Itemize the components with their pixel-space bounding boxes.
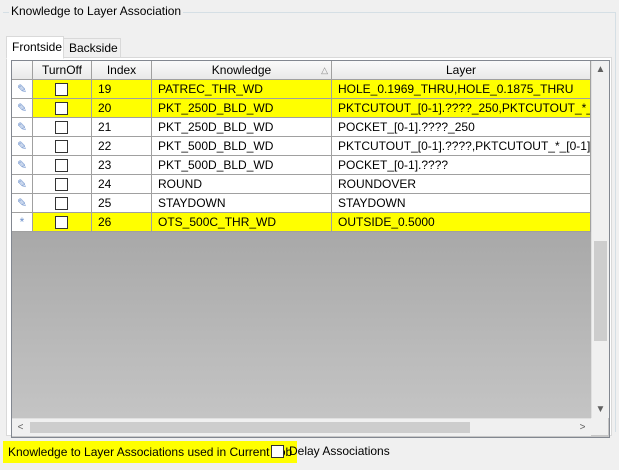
cell-layer[interactable]: STAYDOWN bbox=[332, 194, 591, 213]
table-row[interactable]: ✎ 22 PKT_500D_BLD_WD PKTCUTOUT_[0-1].????,P… bbox=[12, 137, 591, 156]
cell-knowledge[interactable]: PATREC_THR_WD bbox=[152, 80, 332, 99]
column-header-index[interactable]: Index bbox=[92, 61, 152, 80]
group-border-right bbox=[163, 12, 616, 13]
cell-turnoff bbox=[33, 137, 92, 156]
pencil-icon: ✎ bbox=[12, 80, 33, 99]
scroll-down-arrow-icon[interactable]: ▼ bbox=[592, 401, 609, 418]
cell-layer[interactable]: POCKET_[0-1].????_250 bbox=[332, 118, 591, 137]
group-border-side bbox=[615, 12, 616, 432]
cell-index[interactable]: 20 bbox=[92, 99, 152, 118]
turnoff-checkbox[interactable] bbox=[55, 216, 68, 229]
turnoff-checkbox[interactable] bbox=[55, 197, 68, 210]
column-header-turnoff[interactable]: TurnOff bbox=[33, 61, 92, 80]
pencil-icon: ✎ bbox=[12, 99, 33, 118]
cell-turnoff bbox=[33, 80, 92, 99]
cell-knowledge[interactable]: PKT_500D_BLD_WD bbox=[152, 137, 332, 156]
cell-index[interactable]: 22 bbox=[92, 137, 152, 156]
pencil-icon: ✎ bbox=[12, 118, 33, 137]
cell-turnoff bbox=[33, 175, 92, 194]
table-row[interactable]: ✎ 25 STAYDOWN STAYDOWN bbox=[12, 194, 591, 213]
cell-turnoff bbox=[33, 213, 92, 232]
sort-ascending-icon: △ bbox=[321, 65, 328, 75]
table-row[interactable]: ✎ 21 PKT_250D_BLD_WD POCKET_[0-1].????_250 bbox=[12, 118, 591, 137]
cell-turnoff bbox=[33, 194, 92, 213]
turnoff-checkbox[interactable] bbox=[55, 140, 68, 153]
turnoff-checkbox[interactable] bbox=[55, 102, 68, 115]
delay-associations-checkbox[interactable] bbox=[271, 445, 284, 458]
scroll-right-arrow-icon[interactable]: > bbox=[574, 419, 591, 436]
horizontal-scrollbar[interactable]: < > bbox=[12, 418, 591, 436]
scrollbar-corner bbox=[591, 418, 608, 435]
turnoff-checkbox[interactable] bbox=[55, 159, 68, 172]
delay-associations-label: Delay Associations bbox=[289, 444, 390, 458]
vertical-scroll-thumb[interactable] bbox=[594, 241, 607, 341]
scroll-up-arrow-icon[interactable]: ▲ bbox=[592, 61, 609, 78]
cell-index[interactable]: 24 bbox=[92, 175, 152, 194]
cell-knowledge[interactable]: OTS_500C_THR_WD bbox=[152, 213, 332, 232]
cell-knowledge[interactable]: STAYDOWN bbox=[152, 194, 332, 213]
association-grid: TurnOff Index Knowledge △ Layer ✎ 19 PATRE… bbox=[11, 60, 610, 438]
cell-layer[interactable]: POCKET_[0-1].???? bbox=[332, 156, 591, 175]
tab-backside[interactable]: Backside bbox=[63, 38, 121, 58]
table-row[interactable]: * 26 OTS_500C_THR_WD OUTSIDE_0.5000 bbox=[12, 213, 591, 232]
table-row[interactable]: ✎ 23 PKT_500D_BLD_WD POCKET_[0-1].???? bbox=[12, 156, 591, 175]
cell-layer[interactable]: PKTCUTOUT_[0-1].????,PKTCUTOUT_*_[0-1].?… bbox=[332, 137, 591, 156]
turnoff-checkbox[interactable] bbox=[55, 83, 68, 96]
pencil-icon: ✎ bbox=[12, 175, 33, 194]
cell-layer[interactable]: OUTSIDE_0.5000 bbox=[332, 213, 591, 232]
horizontal-scroll-thumb[interactable] bbox=[30, 422, 470, 433]
cell-turnoff bbox=[33, 118, 92, 137]
cell-knowledge[interactable]: PKT_250D_BLD_WD bbox=[152, 118, 332, 137]
table-row[interactable]: ✎ 24 ROUND ROUNDOVER bbox=[12, 175, 591, 194]
cell-knowledge[interactable]: PKT_500D_BLD_WD bbox=[152, 156, 332, 175]
column-header-knowledge-label: Knowledge bbox=[211, 63, 272, 77]
cell-index[interactable]: 26 bbox=[92, 213, 152, 232]
scroll-left-arrow-icon[interactable]: < bbox=[12, 419, 29, 436]
cell-index[interactable]: 21 bbox=[92, 118, 152, 137]
cell-turnoff bbox=[33, 156, 92, 175]
tab-frontside[interactable]: Frontside bbox=[6, 36, 64, 59]
cell-layer[interactable]: PKTCUTOUT_[0-1].????_250,PKTCUTOUT_*_[0-… bbox=[332, 99, 591, 118]
column-header-knowledge[interactable]: Knowledge △ bbox=[152, 61, 332, 80]
cell-knowledge[interactable]: PKT_250D_BLD_WD bbox=[152, 99, 332, 118]
cell-turnoff bbox=[33, 99, 92, 118]
new-row-asterisk-icon: * bbox=[12, 213, 33, 232]
turnoff-checkbox[interactable] bbox=[55, 178, 68, 191]
cell-knowledge[interactable]: ROUND bbox=[152, 175, 332, 194]
cell-index[interactable]: 25 bbox=[92, 194, 152, 213]
cell-index[interactable]: 19 bbox=[92, 80, 152, 99]
pencil-icon: ✎ bbox=[12, 194, 33, 213]
pencil-icon: ✎ bbox=[12, 156, 33, 175]
table-row[interactable]: ✎ 19 PATREC_THR_WD HOLE_0.1969_THRU,HOLE_0.… bbox=[12, 80, 591, 99]
row-header-column bbox=[12, 61, 33, 80]
cell-layer[interactable]: HOLE_0.1969_THRU,HOLE_0.1875_THRU bbox=[332, 80, 591, 99]
pencil-icon: ✎ bbox=[12, 137, 33, 156]
cell-layer[interactable]: ROUNDOVER bbox=[332, 175, 591, 194]
cell-index[interactable]: 23 bbox=[92, 156, 152, 175]
status-label: Knowledge to Layer Associations used in … bbox=[3, 441, 298, 463]
column-header-layer[interactable]: Layer bbox=[332, 61, 591, 80]
table-row[interactable]: ✎ 20 PKT_250D_BLD_WD PKTCUTOUT_[0-1].????_2… bbox=[12, 99, 591, 118]
vertical-scrollbar[interactable]: ▲ ▼ bbox=[591, 61, 609, 418]
turnoff-checkbox[interactable] bbox=[55, 121, 68, 134]
group-title: Knowledge to Layer Association bbox=[9, 4, 184, 18]
